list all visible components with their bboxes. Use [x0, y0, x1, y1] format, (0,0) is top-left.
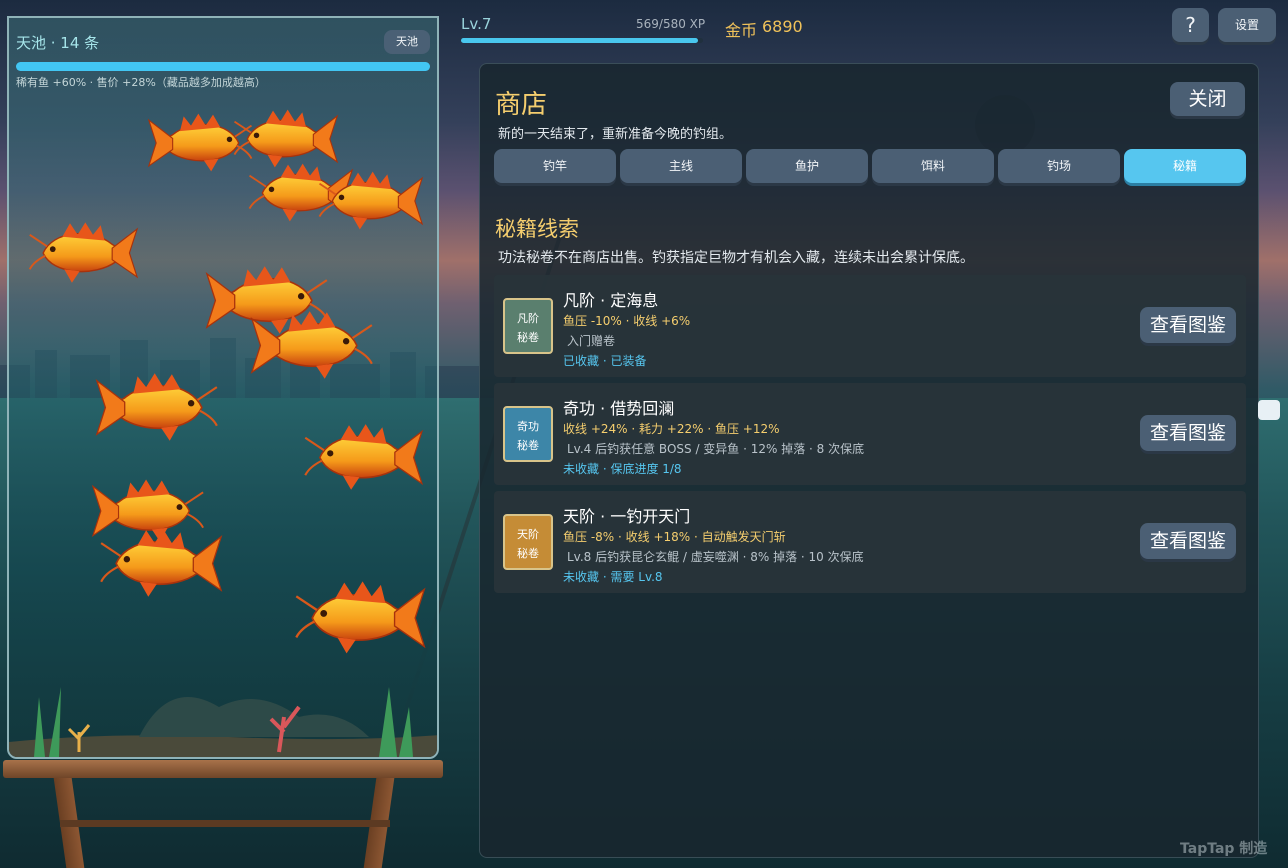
view-codex-button[interactable]: 查看图鉴 — [1140, 415, 1236, 451]
tab-main-quest[interactable]: 主线 — [620, 149, 742, 183]
tab-secrets[interactable]: 秘籍 — [1124, 149, 1246, 183]
item-info: Lv.8 后钓获昆仑玄鲲 / 虚妄噬渊 · 8% 掉落 · 10 次保底 — [567, 550, 864, 564]
player-level: Lv.7 — [461, 15, 492, 33]
section-title: 秘籍线索 — [495, 217, 579, 241]
fish[interactable] — [299, 420, 424, 495]
badge-rank-label: 奇功 — [517, 420, 539, 433]
tab-rod[interactable]: 钓竿 — [494, 149, 616, 183]
fish[interactable] — [249, 308, 379, 383]
fish[interactable] — [314, 166, 424, 236]
item-status: 未收藏 · 保底进度 1/8 — [563, 462, 682, 476]
rank-badge: 天阶 秘卷 — [503, 514, 553, 570]
item-status: 未收藏 · 需要 Lv.8 — [563, 570, 663, 584]
table-rail — [60, 820, 390, 827]
coin-label: 金币 — [725, 21, 758, 40]
taptap-watermark: TapTap 制造 — [1180, 841, 1268, 857]
list-item: 奇功 秘卷 奇功 · 借势回澜 收线 +24% · 耗力 +22% · 鱼压 +… — [494, 383, 1246, 485]
table-top — [3, 760, 443, 778]
item-stats: 鱼压 -10% · 收线 +6% — [563, 314, 691, 328]
shop-panel: 商店 新的一天结束了，重新准备今晚的钓组。 关闭 钓竿 主线 鱼护 饵料 钓场 … — [479, 63, 1259, 858]
item-name: 奇功 · 借势回澜 — [563, 399, 675, 418]
item-info: 入门赠卷 — [567, 334, 616, 348]
close-button[interactable]: 关闭 — [1170, 82, 1245, 116]
coin-value: 6890 — [762, 17, 803, 36]
tab-bait[interactable]: 饵料 — [872, 149, 994, 183]
fish[interactable] — [24, 218, 139, 288]
badge-rank-label: 凡阶 — [517, 312, 539, 325]
tank-title: 天池 · 14 条 — [16, 34, 100, 52]
view-codex-button[interactable]: 查看图鉴 — [1140, 307, 1236, 343]
item-stats: 收线 +24% · 耗力 +22% · 鱼压 +12% — [563, 422, 780, 436]
tank-bonus-text: 稀有鱼 +60% · 售价 +28%（藏品越多加成越高） — [16, 76, 266, 89]
side-toolbar-icon[interactable] — [1258, 400, 1280, 420]
fish[interactable] — [289, 578, 427, 658]
badge-type-label: 秘卷 — [517, 331, 539, 344]
item-name: 天阶 · 一钓开天门 — [563, 507, 691, 526]
rank-badge: 奇功 秘卷 — [503, 406, 553, 462]
fish-tank[interactable]: 天池 · 14 条 天池 稀有鱼 +60% · 售价 +28%（藏品越多加成越高… — [7, 16, 439, 759]
xp-bar — [461, 38, 703, 43]
tank-floor-decor — [9, 687, 437, 757]
item-info: Lv.4 后钓获任意 BOSS / 变异鱼 · 12% 掉落 · 8 次保底 — [567, 442, 865, 456]
list-item: 凡阶 秘卷 凡阶 · 定海息 鱼压 -10% · 收线 +6% 入门赠卷 已收藏… — [494, 275, 1246, 377]
section-description: 功法秘卷不在商店出售。钓获指定巨物才有机会入藏，连续未出会累计保底。 — [498, 250, 974, 266]
badge-rank-label: 天阶 — [517, 528, 539, 541]
badge-type-label: 秘卷 — [517, 439, 539, 452]
tank-capacity-bar — [16, 62, 430, 71]
item-stats: 鱼压 -8% · 收线 +18% · 自动触发天门斩 — [563, 530, 786, 544]
shop-title: 商店 — [495, 90, 548, 120]
item-name: 凡阶 · 定海息 — [563, 291, 659, 310]
tab-fish-keeper[interactable]: 鱼护 — [746, 149, 868, 183]
view-codex-button[interactable]: 查看图鉴 — [1140, 523, 1236, 559]
rank-badge: 凡阶 秘卷 — [503, 298, 553, 354]
xp-text: 569/580 XP — [636, 17, 706, 31]
secret-list: 凡阶 秘卷 凡阶 · 定海息 鱼压 -10% · 收线 +6% 入门赠卷 已收藏… — [494, 275, 1246, 599]
list-item: 天阶 秘卷 天阶 · 一钓开天门 鱼压 -8% · 收线 +18% · 自动触发… — [494, 491, 1246, 593]
fish[interactable] — [94, 370, 224, 445]
settings-button[interactable]: 设置 — [1218, 8, 1276, 42]
tank-location-badge[interactable]: 天池 — [384, 30, 430, 54]
shop-subtitle: 新的一天结束了，重新准备今晚的钓组。 — [498, 127, 733, 142]
tank-header: 天池 · 14 条 天池 稀有鱼 +60% · 售价 +28%（藏品越多加成越高… — [9, 18, 437, 98]
item-status: 已收藏 · 已装备 — [563, 354, 647, 368]
fish[interactable] — [94, 526, 224, 601]
tab-fishing-spot[interactable]: 钓场 — [998, 149, 1120, 183]
badge-type-label: 秘卷 — [517, 547, 539, 560]
shop-tabs: 钓竿 主线 鱼护 饵料 钓场 秘籍 — [494, 149, 1246, 185]
xp-bar-fill — [461, 38, 699, 43]
help-button[interactable]: ? — [1172, 8, 1209, 42]
